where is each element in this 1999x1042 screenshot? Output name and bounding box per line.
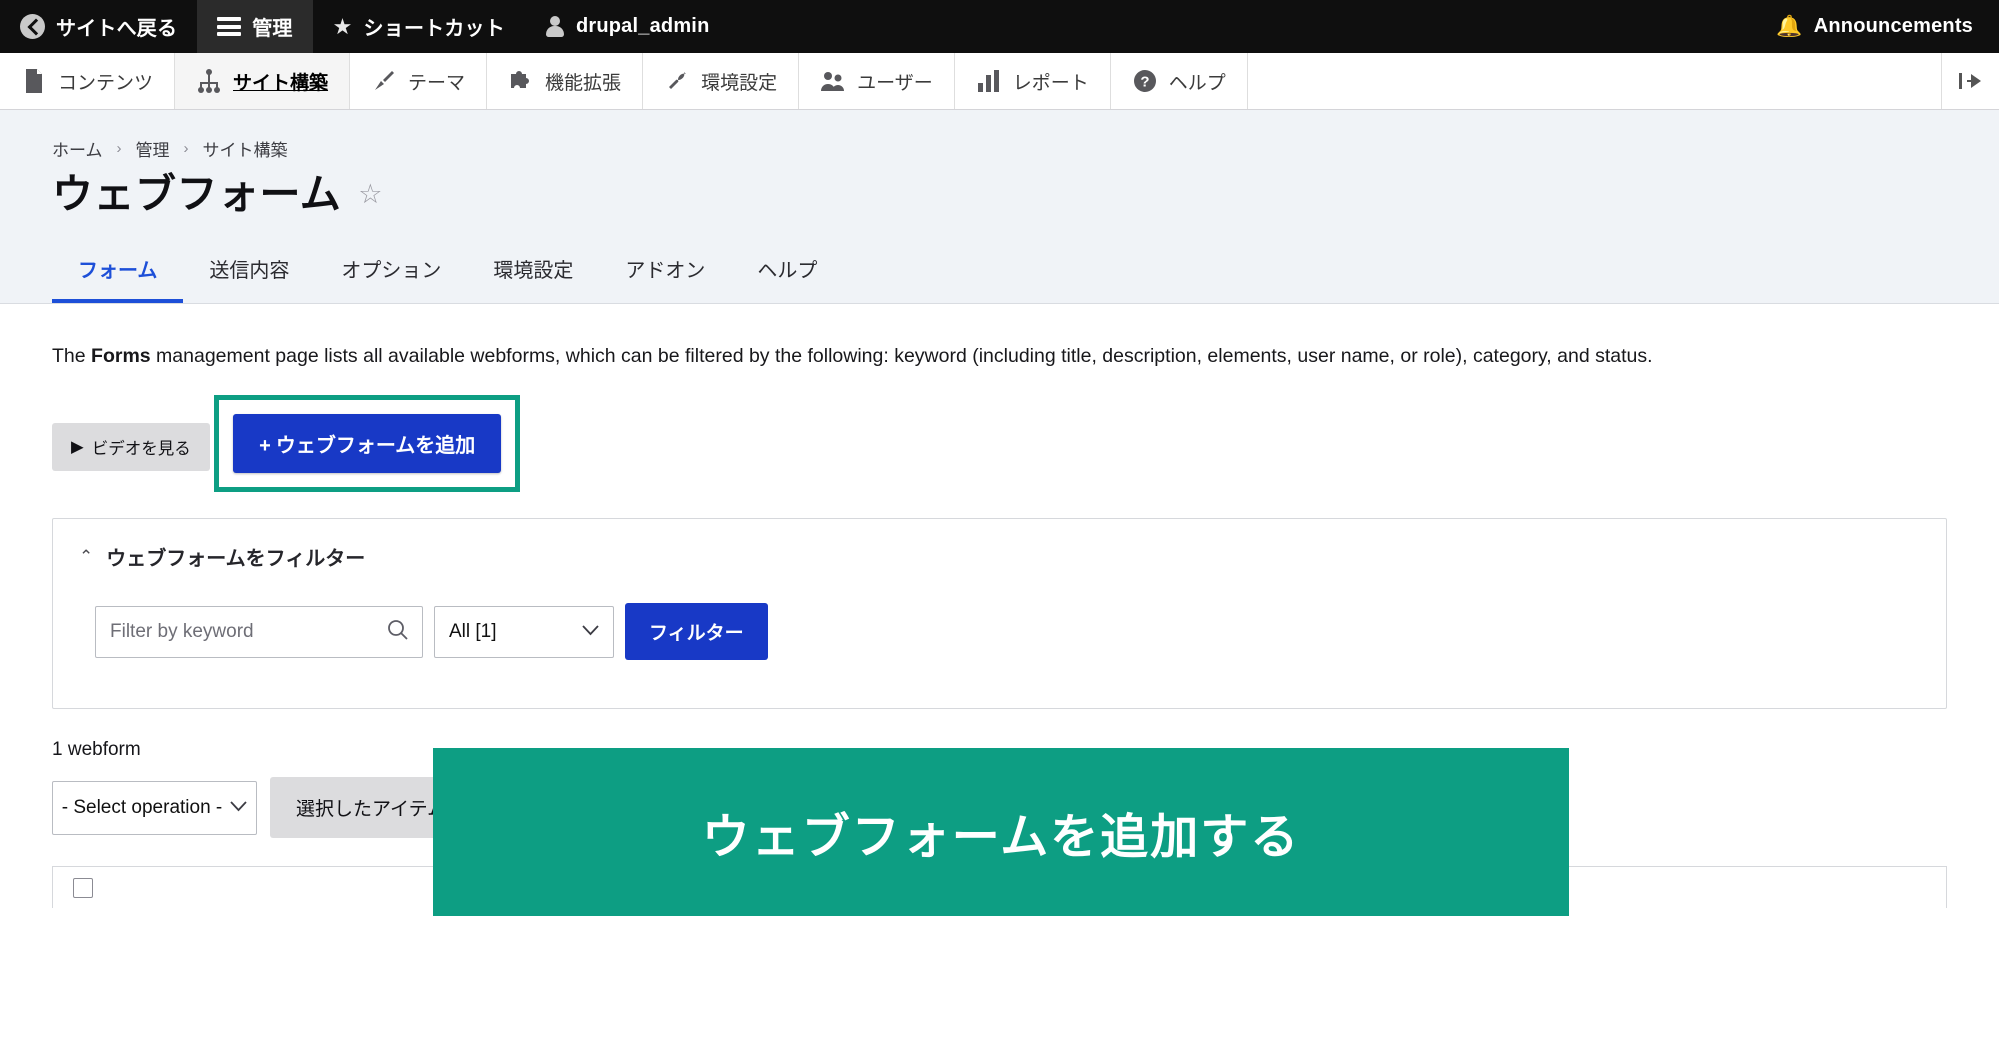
- page-header: ホーム › 管理 › サイト構築 ウェブフォーム ☆ フォーム 送信内容 オプシ…: [0, 110, 1999, 305]
- menu-item-people[interactable]: ユーザー: [799, 53, 955, 109]
- chevron-down-icon: [230, 799, 247, 816]
- page-title: ウェブフォーム: [52, 171, 342, 217]
- admin-bar-label-back-to-site: サイトへ戻る: [56, 18, 178, 40]
- back-arrow-icon: [20, 14, 45, 39]
- tab-configuration[interactable]: 環境設定: [467, 240, 599, 303]
- bar-chart-icon: [976, 68, 1002, 94]
- puzzle-icon: [508, 68, 534, 94]
- intro-paragraph: The Forms management page lists all avai…: [52, 342, 1947, 370]
- chevron-down-icon: [582, 623, 599, 640]
- admin-bar-spacer: [730, 0, 1757, 53]
- menu-item-appearance[interactable]: テーマ: [350, 53, 488, 109]
- wrench-icon: [664, 68, 690, 94]
- tab-submissions[interactable]: 送信内容: [183, 240, 315, 303]
- intro-prefix: The: [52, 345, 92, 368]
- filter-panel-toggle[interactable]: ⌃ ウェブフォームをフィルター: [53, 519, 1946, 589]
- admin-bar-label-account: drupal_admin: [575, 15, 710, 37]
- select-all-checkbox[interactable]: [73, 877, 93, 898]
- breadcrumb-item-structure[interactable]: サイト構築: [203, 136, 288, 161]
- breadcrumb: ホーム › 管理 › サイト構築: [52, 136, 1947, 161]
- admin-bar-item-back-to-site[interactable]: サイトへ戻る: [0, 0, 197, 53]
- menu-label-extend: 機能拡張: [545, 72, 622, 94]
- people-icon: [820, 68, 846, 94]
- breadcrumb-item-admin[interactable]: 管理: [136, 136, 170, 161]
- keyword-input[interactable]: [110, 620, 387, 643]
- menu-label-content: コンテンツ: [58, 72, 154, 94]
- menu-label-appearance: テーマ: [408, 72, 466, 94]
- menu-item-content[interactable]: コンテンツ: [0, 53, 176, 109]
- paintbrush-icon: [371, 68, 397, 94]
- admin-bar-item-manage[interactable]: 管理: [197, 0, 313, 53]
- menu-label-people: ユーザー: [857, 72, 933, 94]
- menu-label-structure: サイト構築: [233, 72, 329, 94]
- admin-bar-label-announcements: Announcements: [1813, 15, 1973, 37]
- tab-label-configuration: 環境設定: [493, 260, 574, 283]
- user-icon: [545, 15, 565, 38]
- intro-bold-forms: Forms: [91, 345, 151, 368]
- menu-label-help: ヘルプ: [1168, 72, 1226, 94]
- instruction-callout-text: ウェブフォームを追加する: [701, 811, 1301, 864]
- bookmark-star-icon[interactable]: ☆: [358, 181, 382, 208]
- instruction-callout-banner: ウェブフォームを追加する: [433, 748, 1569, 916]
- menu-item-extend[interactable]: 機能拡張: [487, 53, 644, 109]
- filter-panel: ⌃ ウェブフォームをフィルター All [1] フィルター: [52, 518, 1947, 710]
- operation-select-value: - Select operation -: [61, 796, 223, 818]
- star-icon: ★: [332, 13, 353, 39]
- tab-label-submissions: 送信内容: [209, 260, 290, 283]
- plus-icon: +: [259, 435, 271, 458]
- keyword-field-wrapper[interactable]: [95, 605, 423, 658]
- tab-help[interactable]: ヘルプ: [731, 240, 843, 303]
- operation-select[interactable]: - Select operation -: [52, 780, 257, 835]
- svg-text:?: ?: [1140, 74, 1149, 91]
- collapse-panel-icon[interactable]: [1941, 53, 1999, 109]
- add-webform-highlight-box: + ウェブフォームを追加: [214, 395, 521, 493]
- filter-submit-button[interactable]: フィルター: [625, 603, 768, 661]
- breadcrumb-separator: ›: [116, 140, 122, 157]
- admin-menu-bar: コンテンツ サイト構築 テーマ 機能拡張 環境設定 ユーザー レポート ? ヘル…: [0, 53, 1999, 110]
- admin-bar-item-account[interactable]: drupal_admin: [525, 0, 730, 53]
- tab-forms[interactable]: フォーム: [52, 240, 184, 304]
- document-icon: [21, 68, 47, 94]
- breadcrumb-separator: ›: [183, 140, 189, 157]
- admin-bar-item-announcements[interactable]: 🔔 Announcements: [1756, 0, 1999, 53]
- tab-options[interactable]: オプション: [315, 240, 467, 303]
- menu-label-configuration: 環境設定: [701, 72, 778, 94]
- watch-video-button[interactable]: ▶ ビデオを見る: [52, 423, 210, 472]
- menu-label-reports: レポート: [1012, 72, 1089, 94]
- menu-item-help[interactable]: ? ヘルプ: [1111, 53, 1248, 109]
- category-select-value: All [1]: [449, 620, 497, 642]
- filter-submit-label: フィルター: [649, 623, 744, 645]
- intro-suffix: management page lists all available webf…: [150, 345, 1653, 368]
- menu-item-reports[interactable]: レポート: [955, 53, 1111, 109]
- admin-toolbar: サイトへ戻る 管理 ★ ショートカット drupal_admin 🔔 Annou…: [0, 0, 1999, 53]
- bell-icon: 🔔: [1776, 15, 1803, 38]
- admin-bar-item-shortcuts[interactable]: ★ ショートカット: [313, 0, 525, 53]
- menu-bar-spacer: [1248, 53, 1941, 109]
- chevron-up-icon: ⌃: [79, 546, 94, 566]
- admin-bar-label-shortcuts: ショートカット: [363, 18, 505, 40]
- tab-label-addons: アドオン: [625, 260, 706, 283]
- search-icon: [387, 619, 408, 644]
- tab-label-options: オプション: [341, 260, 442, 283]
- category-select[interactable]: All [1]: [434, 605, 614, 658]
- tab-label-help: ヘルプ: [757, 260, 818, 283]
- filter-panel-body: All [1] フィルター: [53, 589, 1946, 708]
- hamburger-icon: [217, 17, 242, 36]
- primary-tabs: フォーム 送信内容 オプション 環境設定 アドオン ヘルプ: [0, 240, 1999, 305]
- add-webform-button[interactable]: + ウェブフォームを追加: [233, 414, 502, 474]
- menu-item-structure[interactable]: サイト構築: [175, 53, 351, 109]
- tab-addons[interactable]: アドオン: [599, 240, 731, 303]
- add-webform-label: ウェブフォームを追加: [275, 435, 476, 458]
- play-triangle-icon: ▶: [71, 438, 84, 457]
- tab-label-forms: フォーム: [78, 260, 158, 283]
- watch-video-label: ビデオを見る: [91, 440, 191, 459]
- question-mark-icon: ?: [1132, 68, 1158, 94]
- structure-icon: [196, 68, 222, 94]
- breadcrumb-item-home[interactable]: ホーム: [52, 136, 103, 161]
- page-title-row: ウェブフォーム ☆: [52, 171, 1947, 218]
- admin-bar-label-manage: 管理: [252, 18, 293, 40]
- filter-panel-title: ウェブフォームをフィルター: [106, 548, 366, 571]
- menu-item-configuration[interactable]: 環境設定: [643, 53, 800, 109]
